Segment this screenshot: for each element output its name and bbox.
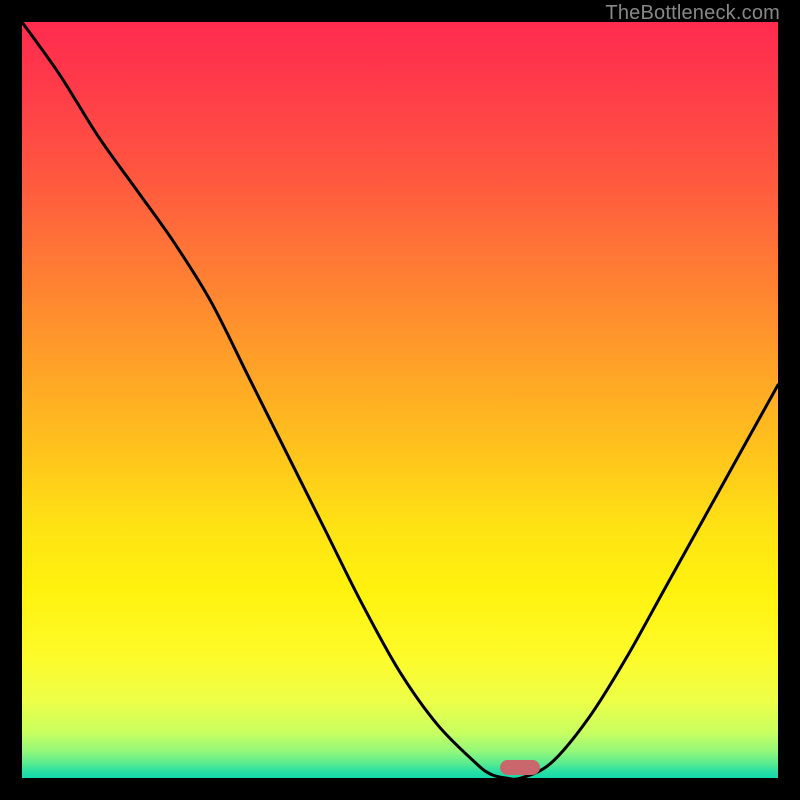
outer-frame: TheBottleneck.com [0,0,800,800]
curve-path [22,22,778,778]
plot-area [22,22,778,778]
optimal-marker [500,760,540,775]
bottleneck-curve [22,22,778,778]
